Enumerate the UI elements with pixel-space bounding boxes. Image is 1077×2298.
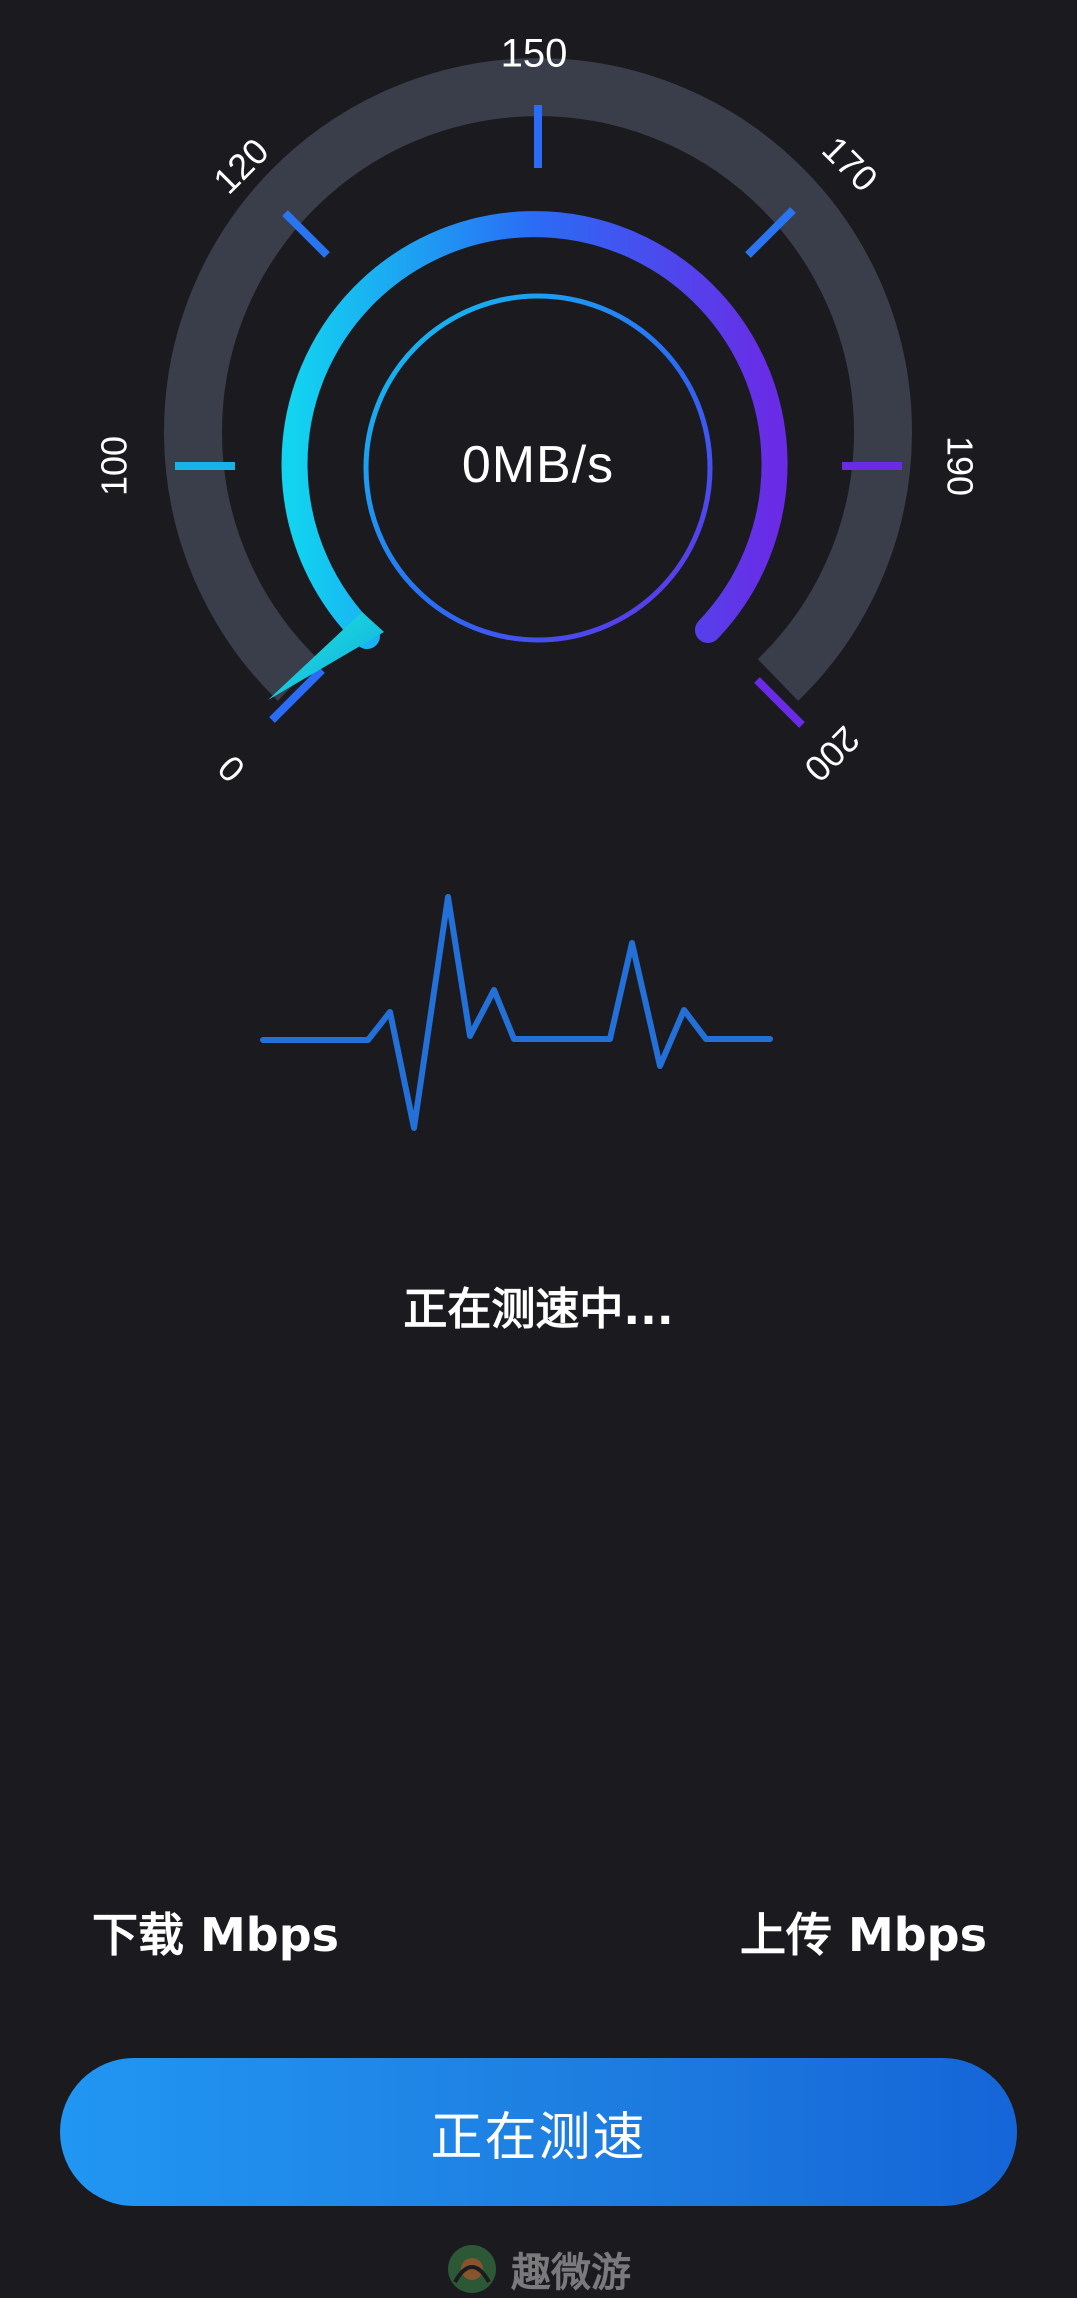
watermark: 趣微游 xyxy=(445,2240,631,2298)
speed-test-button[interactable]: 正在测速 xyxy=(60,2058,1017,2206)
gauge-speed-readout: 0MB/s xyxy=(461,436,615,494)
status-text: 正在测速中... xyxy=(403,1284,674,1335)
download-speed-label: 下载 Mbps xyxy=(92,1908,340,1962)
gauge-tick-label-150: 150 xyxy=(501,32,568,76)
upload-speed-label[interactable]: 上传 Mbps xyxy=(740,1905,987,1965)
gauge-tick-label-190: 190 xyxy=(939,436,980,496)
gauge-tick-label-0: 0 xyxy=(210,747,253,790)
watermark-logo-icon xyxy=(448,2245,496,2293)
speed-gauge: 0 100 120 150 170 190 200 xyxy=(94,32,980,1131)
gauge-tick-label-200: 200 xyxy=(796,718,867,789)
pulse-line xyxy=(260,894,773,1131)
gauge-tick-label-170: 170 xyxy=(814,128,885,199)
gauge-tick-label-100: 100 xyxy=(94,436,135,496)
watermark-text: 趣微游 xyxy=(511,2250,631,2296)
